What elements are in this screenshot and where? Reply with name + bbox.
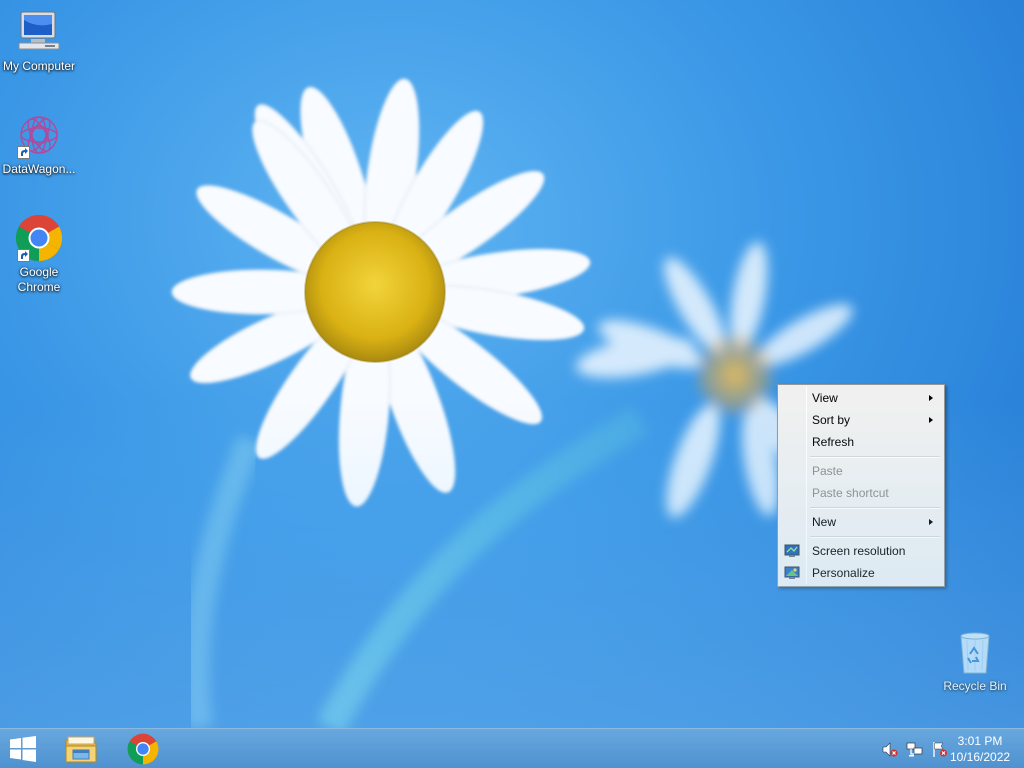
menu-item-paste: Paste xyxy=(780,460,942,482)
volume-muted-icon xyxy=(882,742,898,757)
desktop-icon-label: Recycle Bin xyxy=(943,679,1007,693)
menu-item-label: Personalize xyxy=(812,566,875,580)
menu-gutter xyxy=(806,387,807,584)
desktop-icon-google-chrome[interactable]: Google Chrome xyxy=(0,214,78,295)
menu-item-label: Screen resolution xyxy=(812,544,906,558)
desktop-icon-label: Google Chrome xyxy=(17,265,61,294)
menu-item-paste-shortcut: Paste shortcut xyxy=(780,482,942,504)
menu-item-label: Sort by xyxy=(812,413,851,427)
system-tray xyxy=(881,741,948,758)
shortcut-arrow-icon xyxy=(17,146,30,159)
taskbar-chrome-button[interactable] xyxy=(116,731,170,767)
wallpaper-daisy xyxy=(171,78,853,728)
menu-item-refresh[interactable]: Refresh xyxy=(780,431,942,453)
submenu-arrow-icon xyxy=(929,417,933,423)
menu-item-screen-resolution[interactable]: Screen resolution xyxy=(780,540,942,562)
shortcut-arrow-icon xyxy=(17,249,30,262)
clock-date: 10/16/2022 xyxy=(950,750,1011,764)
desktop[interactable]: My Computer DataWagon... Google Chrome R… xyxy=(0,0,1024,728)
desktop-context-menu: View Sort by Refresh Paste Paste shortcu… xyxy=(777,384,945,587)
menu-item-label: Paste shortcut xyxy=(812,486,889,500)
tray-action-center[interactable] xyxy=(931,741,948,758)
network-icon xyxy=(906,742,923,757)
menu-separator xyxy=(780,504,942,511)
menu-item-view[interactable]: View xyxy=(780,387,942,409)
desktop-icon-label: DataWagon... xyxy=(2,162,76,176)
submenu-arrow-icon xyxy=(929,395,933,401)
personalize-icon xyxy=(784,566,800,579)
menu-item-sort-by[interactable]: Sort by xyxy=(780,409,942,431)
submenu-arrow-icon xyxy=(929,519,933,525)
recycle-bin-icon xyxy=(960,632,990,674)
file-explorer-icon xyxy=(65,736,97,763)
chrome-icon xyxy=(16,214,63,262)
taskbar-file-explorer-button[interactable] xyxy=(54,731,108,767)
desktop-icon-my-computer[interactable]: My Computer xyxy=(0,8,78,74)
menu-item-new[interactable]: New xyxy=(780,511,942,533)
desktop-icon-datawagon[interactable]: DataWagon... xyxy=(0,111,78,177)
menu-separator xyxy=(780,533,942,540)
menu-item-label: View xyxy=(812,391,838,405)
menu-item-label: Refresh xyxy=(812,435,855,449)
desktop-icon-label: My Computer xyxy=(2,59,76,73)
datawagon-icon xyxy=(20,116,58,154)
menu-item-label: Paste xyxy=(812,464,843,478)
tray-network[interactable] xyxy=(906,741,923,758)
taskbar-clock[interactable]: 3:01 PM 10/16/2022 xyxy=(950,733,1010,765)
chrome-icon xyxy=(127,733,159,765)
desktop-icon-recycle-bin[interactable]: Recycle Bin xyxy=(936,628,1014,694)
menu-item-personalize[interactable]: Personalize xyxy=(780,562,942,584)
clock-time: 3:01 PM xyxy=(957,734,1003,748)
tray-volume[interactable] xyxy=(881,741,898,758)
screen-resolution-icon xyxy=(784,544,800,557)
action-center-flag-icon xyxy=(933,742,947,757)
windows-logo-icon xyxy=(10,736,36,762)
menu-item-label: New xyxy=(812,515,837,529)
computer-icon xyxy=(18,11,60,50)
start-button[interactable] xyxy=(0,731,46,767)
taskbar: 3:01 PM 10/16/2022 xyxy=(0,728,1024,768)
menu-separator xyxy=(780,453,942,460)
